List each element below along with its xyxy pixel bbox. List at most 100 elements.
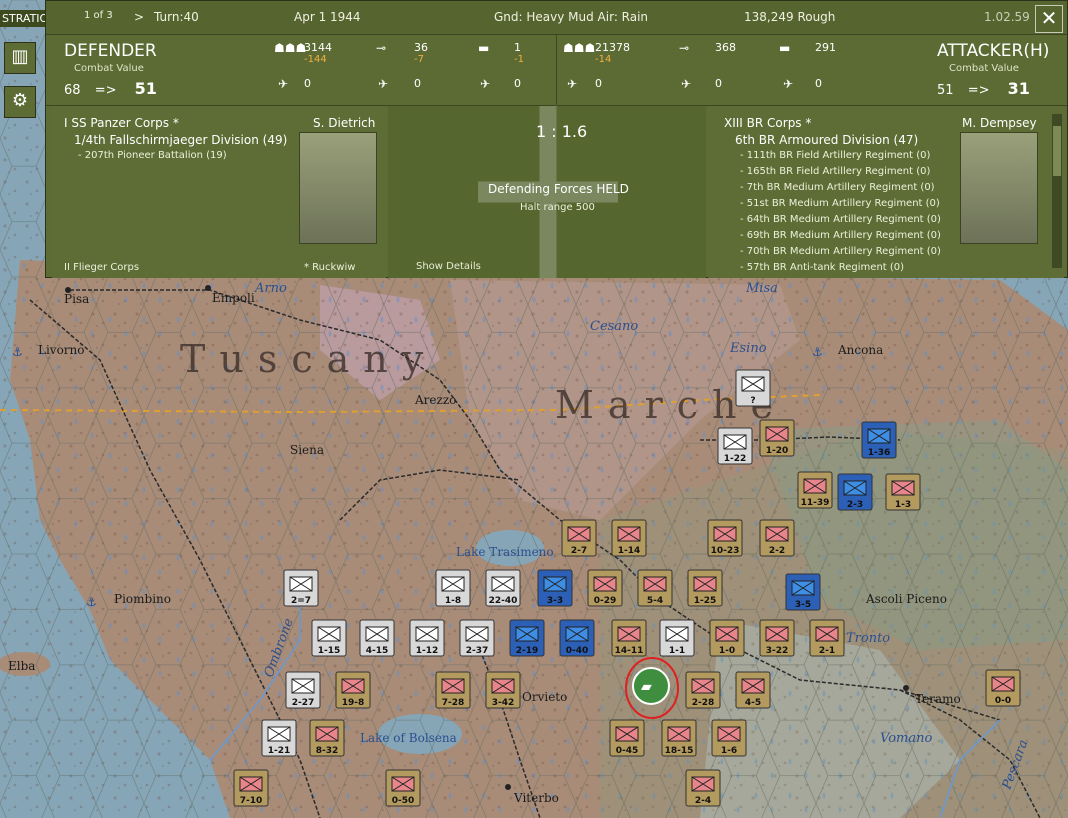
unit-strength-label: 7-10 bbox=[240, 796, 263, 806]
unit-counter[interactable]: 2-27 bbox=[285, 671, 321, 709]
scrollbar[interactable] bbox=[1052, 114, 1062, 268]
unit-counter[interactable]: 0-40 bbox=[559, 619, 595, 657]
river-arno: Arno bbox=[254, 281, 287, 296]
show-details-link[interactable]: Show Details bbox=[416, 261, 481, 272]
unit-counter[interactable]: 18-15 bbox=[661, 719, 697, 757]
defender-cv: 68 => 51 bbox=[64, 79, 157, 98]
unit-counter[interactable]: 4-15 bbox=[359, 619, 395, 657]
left-toolbar: ▥ ⚙ bbox=[0, 38, 44, 128]
unit-counter[interactable]: 7-28 bbox=[435, 671, 471, 709]
unit-counter[interactable]: 5-4 bbox=[637, 569, 673, 607]
unit-counter[interactable]: 2-28 bbox=[685, 671, 721, 709]
unit-counter[interactable]: 1-15 bbox=[311, 619, 347, 657]
river-cesano: Cesano bbox=[590, 319, 638, 334]
unit-strength-label: 18-15 bbox=[665, 746, 694, 756]
unit-counter[interactable]: 1-6 bbox=[711, 719, 747, 757]
halt-range: Halt range 500 bbox=[520, 202, 595, 213]
unit-counter[interactable]: 1-14 bbox=[611, 519, 647, 557]
unit-counter[interactable]: 0-45 bbox=[609, 719, 645, 757]
unit-counter[interactable]: 4-5 bbox=[735, 671, 771, 709]
unit-strength-label: 2=7 bbox=[291, 596, 311, 606]
unit-counter[interactable]: 1-12 bbox=[409, 619, 445, 657]
unit-counter[interactable]: 1-21 bbox=[261, 719, 297, 757]
bomber-icon: ✈ bbox=[378, 77, 389, 91]
unit-counter[interactable]: 11-39 bbox=[797, 471, 833, 509]
unit-counter[interactable]: 2-7 bbox=[561, 519, 597, 557]
anchor-icon: ⚓ bbox=[12, 345, 23, 359]
attacker-division[interactable]: 6th BR Armoured Division (47) bbox=[735, 133, 918, 147]
defender-tanks: 1 -1 bbox=[514, 41, 524, 65]
defender-division[interactable]: 1/4th Fallschirmjaeger Division (49) bbox=[74, 133, 287, 147]
attacker-guns: 368 bbox=[715, 41, 736, 54]
unit-strength-label: 0-29 bbox=[594, 596, 617, 606]
unit-counter[interactable]: 19-8 bbox=[335, 671, 371, 709]
unit-counter[interactable]: 2-3 bbox=[837, 473, 873, 511]
unit-counter[interactable]: 1-3 bbox=[885, 473, 921, 511]
unit-counter[interactable]: 3-5 bbox=[785, 573, 821, 611]
unit-counter[interactable]: 2-19 bbox=[509, 619, 545, 657]
river-tronto: Tronto bbox=[846, 631, 890, 646]
date-label: Apr 1 1944 bbox=[294, 10, 361, 24]
unit-counter[interactable]: 2-1 bbox=[809, 619, 845, 657]
tank-icon: ▰ bbox=[641, 679, 652, 695]
artillery-icon: ⊸ bbox=[679, 41, 690, 55]
city-pisa: Pisa bbox=[64, 292, 89, 306]
unit-counter[interactable]: 0-0 bbox=[985, 669, 1021, 707]
unit-counter[interactable]: 8-32 bbox=[309, 719, 345, 757]
regiment-item[interactable]: - 64th BR Medium Artillery Regiment (0) bbox=[740, 214, 941, 225]
unit-counter[interactable]: 14-11 bbox=[611, 619, 647, 657]
unit-counter[interactable]: 1-25 bbox=[687, 569, 723, 607]
regiment-item[interactable]: - 51st BR Medium Artillery Regiment (0) bbox=[740, 198, 940, 209]
unit-strength-label: 1-6 bbox=[721, 746, 737, 756]
unit-counter[interactable]: 2-37 bbox=[459, 619, 495, 657]
attacker-air2: 0 bbox=[715, 77, 722, 90]
attacker-air1: 0 bbox=[595, 77, 602, 90]
gear-icon[interactable]: ⚙ bbox=[4, 86, 36, 118]
unit-counter[interactable]: 0-50 bbox=[385, 769, 421, 807]
unit-strength-label: 0-45 bbox=[616, 746, 639, 756]
city-orvieto: Orvieto bbox=[522, 690, 567, 704]
regiment-item[interactable]: - 70th BR Medium Artillery Regiment (0) bbox=[740, 246, 941, 257]
unit-counter[interactable]: 7-10 bbox=[233, 769, 269, 807]
defender-battalion[interactable]: - 207th Pioneer Battalion (19) bbox=[78, 150, 227, 161]
unit-counter[interactable]: 2=7 bbox=[283, 569, 319, 607]
unit-counter[interactable]: 1-0 bbox=[709, 619, 745, 657]
unit-counter[interactable]: 2-2 bbox=[759, 519, 795, 557]
regiment-item[interactable]: - 69th BR Medium Artillery Regiment (0) bbox=[740, 230, 941, 241]
unit-counter[interactable]: 10-23 bbox=[707, 519, 743, 557]
anchor-icon: ⚓ bbox=[86, 595, 97, 609]
unit-counter[interactable]: ? bbox=[735, 369, 771, 407]
unit-strength-label: 0-50 bbox=[392, 796, 415, 806]
factory-icon[interactable]: ▥ bbox=[4, 42, 36, 74]
unit-counter[interactable]: 1-22 bbox=[717, 427, 753, 465]
unit-counter[interactable]: 1-36 bbox=[861, 421, 897, 459]
unit-counter[interactable]: 0-29 bbox=[587, 569, 623, 607]
close-button[interactable]: ✕ bbox=[1035, 5, 1063, 33]
city-lake-trasimeno: Lake Trasimeno bbox=[456, 545, 554, 559]
scrollbar-thumb[interactable] bbox=[1053, 126, 1061, 176]
regiment-item[interactable]: - 7th BR Medium Artillery Regiment (0) bbox=[740, 182, 935, 193]
unit-counter[interactable]: 1-20 bbox=[759, 419, 795, 457]
attacker-cv-label: Combat Value bbox=[949, 63, 1019, 74]
defender-commander: S. Dietrich bbox=[313, 116, 376, 130]
attacker-commander: M. Dempsey bbox=[962, 116, 1037, 130]
strategy-tab-label[interactable]: STRATIO bbox=[0, 10, 51, 27]
unit-counter[interactable]: 22-40 bbox=[485, 569, 521, 607]
next-page-button[interactable]: > bbox=[134, 10, 144, 24]
unit-strength-label: 1-1 bbox=[669, 646, 685, 656]
unit-strength-label: 3-3 bbox=[547, 596, 563, 606]
unit-counter[interactable]: 1-1 bbox=[659, 619, 695, 657]
defender-air3: 0 bbox=[514, 77, 521, 90]
unit-counter[interactable]: 3-22 bbox=[759, 619, 795, 657]
unit-counter[interactable]: 1-8 bbox=[435, 569, 471, 607]
defender-men: 3144 -144 bbox=[304, 41, 332, 65]
unit-counter[interactable]: 3-3 bbox=[537, 569, 573, 607]
regiment-item[interactable]: - 165th BR Field Artillery Regiment (0) bbox=[740, 166, 930, 177]
unit-counter[interactable]: 2-4 bbox=[685, 769, 721, 807]
men-icon: ☗☗☗ bbox=[274, 41, 307, 55]
regiment-item[interactable]: - 111th BR Field Artillery Regiment (0) bbox=[740, 150, 930, 161]
defender-air2: 0 bbox=[414, 77, 421, 90]
regiment-item[interactable]: - 57th BR Anti-tank Regiment (0) bbox=[740, 262, 904, 273]
defender-summary: DEFENDER Combat Value 68 => 51 ☗☗☗ 3144-… bbox=[46, 35, 556, 106]
unit-counter[interactable]: 3-42 bbox=[485, 671, 521, 709]
